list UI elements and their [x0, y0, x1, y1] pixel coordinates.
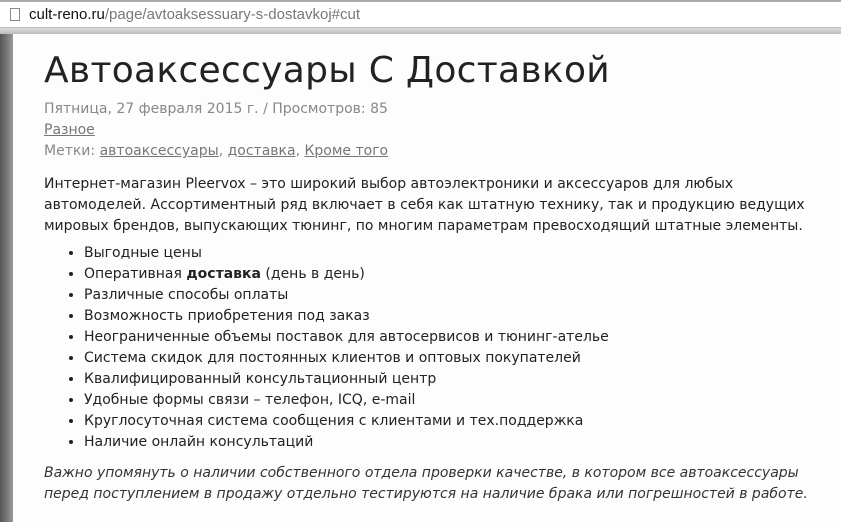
date-views: Пятница, 27 февраля 2015 г. / Просмотров… [44, 101, 388, 117]
bold-term: доставка [186, 266, 261, 282]
list-item: Возможность приобретения под заказ [84, 306, 824, 327]
list-item: Удобные формы связи – телефон, ICQ, e-ma… [84, 390, 824, 411]
tag-link[interactable]: автоаксессуары [100, 143, 219, 159]
article-meta: Пятница, 27 февраля 2015 г. / Просмотров… [44, 99, 824, 162]
address-bar[interactable]: cult-reno.ru/page/avtoaksessuary-s-dosta… [0, 0, 841, 28]
list-item: Квалифицированный консультационный центр [84, 369, 824, 390]
tag-link[interactable]: доставка [228, 143, 296, 159]
page-title: Автоаксессуары С Доставкой [44, 50, 610, 91]
list-item: Различные способы оплаты [84, 285, 824, 306]
list-item: Неограниченные объемы поставок для автос… [84, 327, 824, 348]
intro-paragraph: Интернет-магазин Pleervox – это широкий … [44, 176, 805, 234]
tag-link[interactable]: Кроме того [304, 143, 388, 159]
category-link[interactable]: Разное [44, 122, 95, 138]
url-text[interactable]: cult-reno.ru/page/avtoaksessuary-s-dosta… [29, 6, 360, 23]
quality-note: Важно упомянуть о наличии собственного о… [44, 465, 808, 502]
article: Автоаксессуары С Доставкой Пятница, 27 ф… [44, 50, 824, 511]
list-item: Круглосуточная система сообщения с клиен… [84, 411, 824, 432]
tags-label: Метки: [44, 143, 96, 159]
url-path: /page/avtoaksessuary-s-dostavkoj#cut [104, 6, 361, 23]
list-item: Наличие онлайн консультаций [84, 432, 824, 453]
url-domain: cult-reno.ru [29, 6, 105, 23]
list-item: Оперативная доставка (день в день) [84, 264, 824, 285]
left-sidebar-edge [0, 34, 13, 522]
tags: Метки: автоаксессуары, доставка, Кроме т… [44, 143, 389, 159]
list-item: Система скидок для постоянных клиентов и… [84, 348, 824, 369]
features-list: Выгодные цены Оперативная доставка (день… [44, 243, 824, 453]
list-item: Выгодные цены [84, 243, 824, 264]
page-icon [10, 8, 20, 21]
